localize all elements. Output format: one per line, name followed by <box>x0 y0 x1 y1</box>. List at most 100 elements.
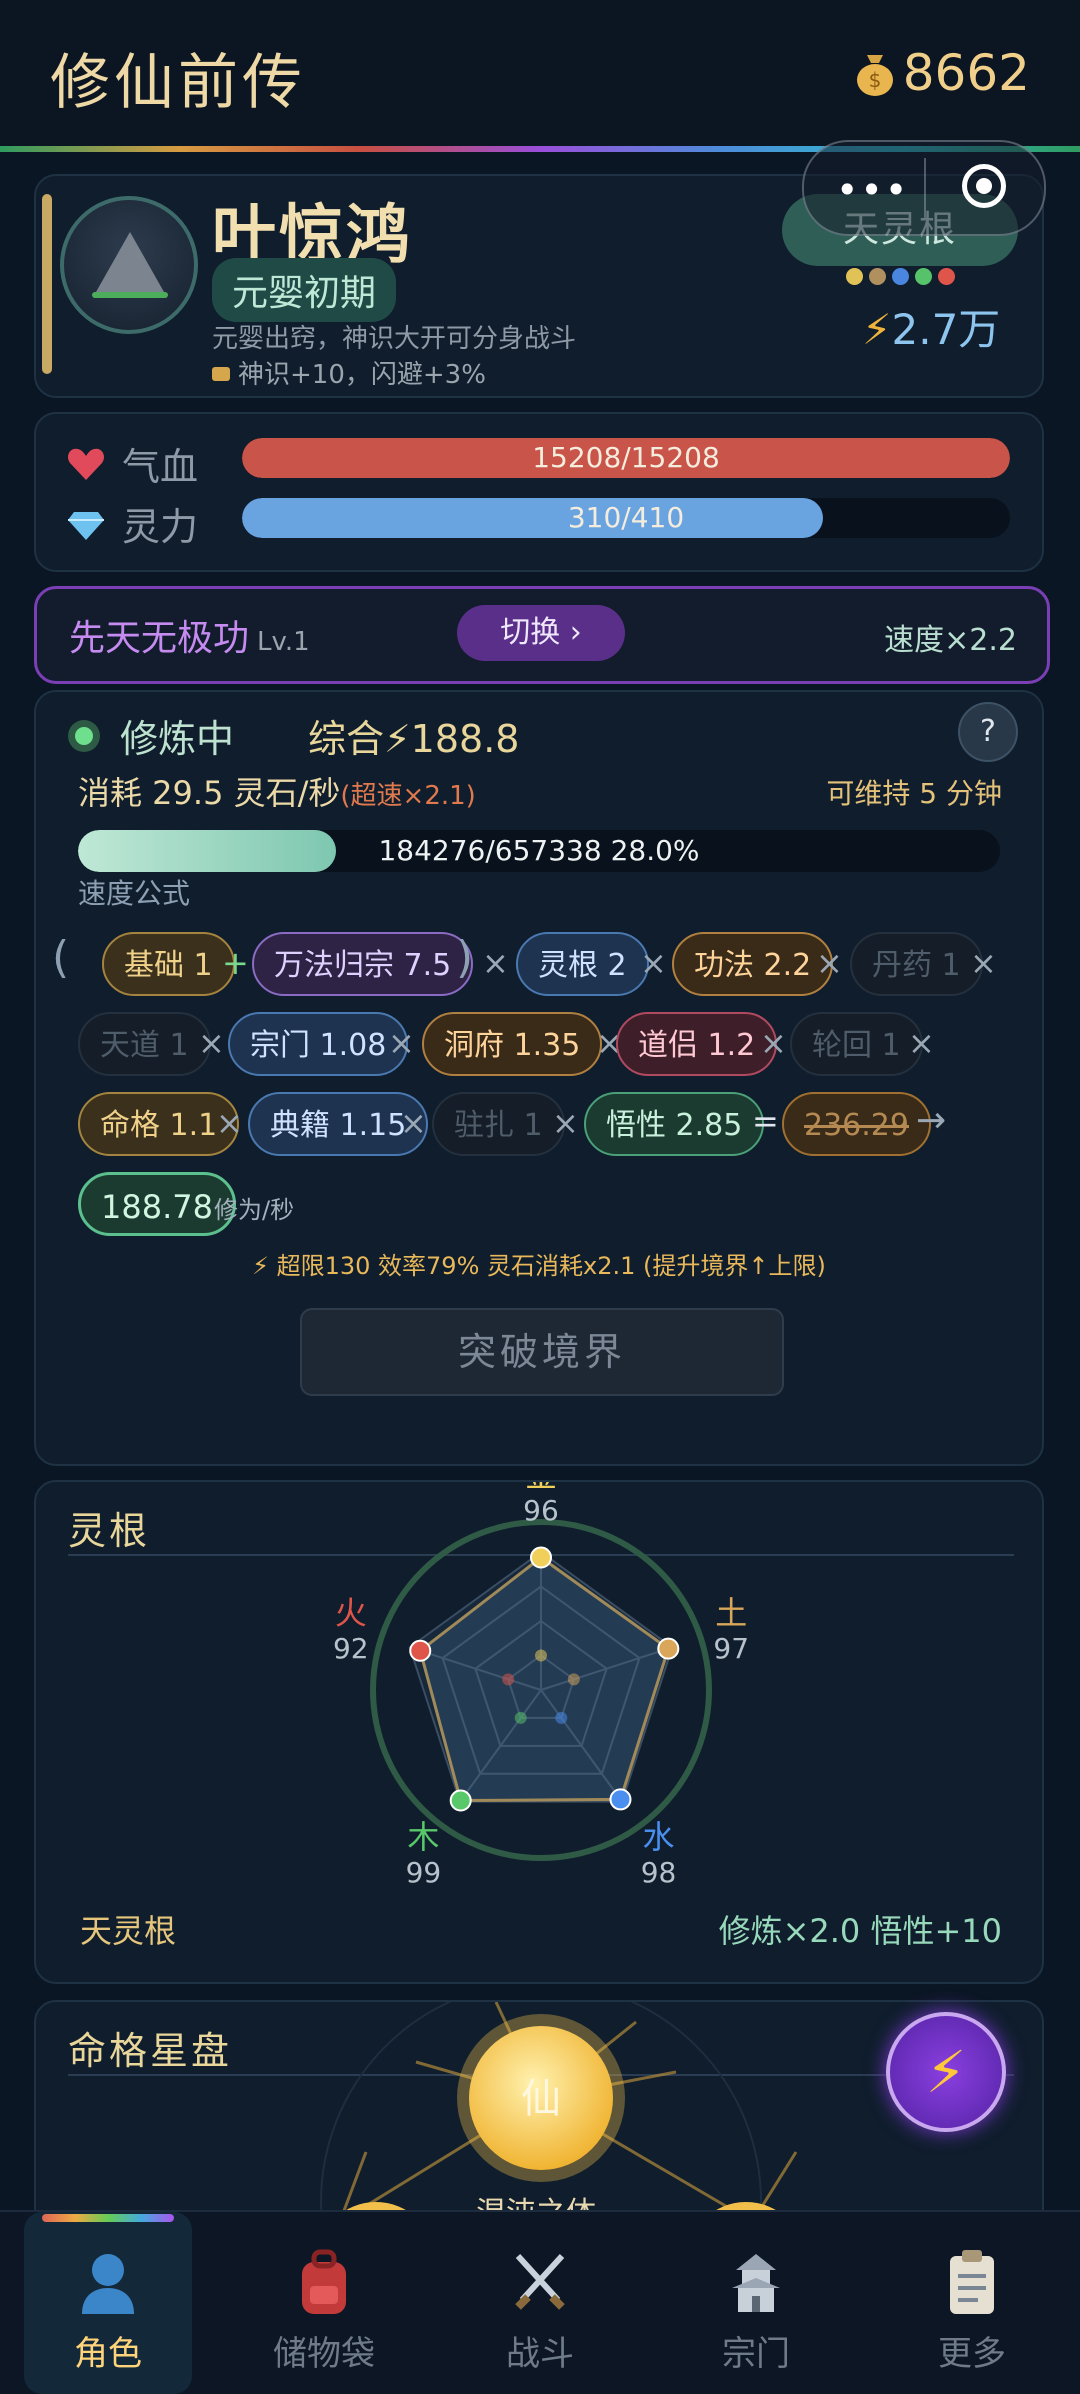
cultivation-progress-bar: 184276/657338 28.0% <box>78 830 1000 872</box>
grass-icon <box>92 292 168 298</box>
diamond-icon <box>68 511 104 540</box>
money-bag-icon: $ <box>856 55 893 96</box>
rate-unit: 修为/秒 <box>214 1196 295 1224</box>
radar-element-value: 99 <box>406 1856 442 1889</box>
radar-point <box>530 1546 552 1569</box>
radar-element-label: 土 <box>715 1594 747 1632</box>
formula-times: × <box>198 1024 225 1062</box>
mountain-icon <box>96 232 164 292</box>
overspeed-label: (超速×2.1) <box>340 781 476 811</box>
avatar[interactable] <box>60 196 198 334</box>
radar-element-label: 木 <box>407 1818 439 1856</box>
switch-method-button[interactable]: 切换 › <box>457 605 625 661</box>
chip-gongfa[interactable]: 功法 2.2 <box>672 932 834 996</box>
formula-times: × <box>816 944 843 982</box>
vitals-card: 气血 15208/15208 灵力 310/410 <box>34 412 1044 572</box>
backpack-icon <box>302 2249 346 2314</box>
cultivation-status: 修炼中 <box>120 717 235 761</box>
help-button[interactable]: ? <box>958 702 1018 762</box>
cultivation-progress-text: 184276/657338 28.0% <box>378 834 700 867</box>
realm-bonus: 神识+10，闪避+3% <box>212 354 486 391</box>
formula-times: × <box>970 944 997 982</box>
hp-value: 15208/15208 <box>532 441 720 474</box>
chip-danyao[interactable]: 丹药 1 <box>850 932 983 996</box>
pagoda-icon <box>732 2254 780 2312</box>
tab-sect[interactable]: 宗门 <box>648 2212 864 2394</box>
tab-more[interactable]: 更多 <box>864 2212 1080 2394</box>
tab-character[interactable]: 角色 <box>24 2212 192 2394</box>
chip-raw-total: 236.29 <box>782 1092 931 1156</box>
formula-times: × <box>760 1024 787 1062</box>
element-dot <box>869 268 886 285</box>
breakthrough-button[interactable]: 突破境界 <box>300 1308 784 1396</box>
coin-balance[interactable]: $ 8662 <box>853 44 1030 102</box>
lightning-icon: ⚡ <box>862 305 892 354</box>
chip-zhuzha[interactable]: 驻扎 1 <box>432 1092 565 1156</box>
bottom-tab-bar: 角色 储物袋 战斗 宗门 更多 <box>0 2210 1080 2394</box>
close-target-icon[interactable] <box>962 164 1006 208</box>
cultivation-card: 修炼中 综合⚡188.8 ? 消耗 29.5 灵石/秒(超速×2.1) 可维持 … <box>34 690 1044 1466</box>
formula-label: 速度公式 <box>78 877 191 910</box>
crossed-swords-icon <box>515 2253 565 2310</box>
formula-arrow-icon: → <box>916 1100 947 1141</box>
tab-battle[interactable]: 战斗 <box>432 2212 648 2394</box>
svg-text:$: $ <box>868 68 881 92</box>
spirit-root-radar: 金96 土97 水98 木99 火92 <box>333 1482 749 1889</box>
method-name: 先天无极功 Lv.1 <box>69 609 310 661</box>
cultivation-method-card[interactable]: 先天无极功 Lv.1 切换 › 速度×2.2 <box>34 586 1050 684</box>
chip-wuxing[interactable]: 悟性 2.85 <box>584 1092 765 1156</box>
star-chart-action-button[interactable]: ⚡ <box>886 2012 1006 2132</box>
tab-storage[interactable]: 储物袋 <box>216 2212 432 2394</box>
active-tab-indicator <box>42 2214 174 2222</box>
chip-zongmen[interactable]: 宗门 1.08 <box>228 1012 409 1076</box>
heart-icon <box>67 448 105 480</box>
chip-root[interactable]: 灵根 2 <box>516 932 649 996</box>
combat-power-value: 2.7万 <box>891 305 1001 354</box>
radar-point <box>449 1789 472 1812</box>
coin-count: 8662 <box>902 44 1030 102</box>
chip-wanfa[interactable]: 万法归宗 7.5 <box>252 932 474 996</box>
mp-row: 灵力 <box>66 496 232 551</box>
lightning-icon: ⚡ <box>925 2038 967 2106</box>
chip-base[interactable]: 基础 1 <box>102 932 235 996</box>
realm-bonus-text: 神识+10，闪避+3% <box>238 360 486 390</box>
radar-element-value: 98 <box>641 1856 677 1889</box>
formula-times: × <box>216 1104 243 1142</box>
stone-consumption: 消耗 29.5 灵石/秒(超速×2.1) <box>78 768 476 814</box>
chip-dongfu[interactable]: 洞府 1.35 <box>422 1012 603 1076</box>
formula-times: × <box>908 1024 935 1062</box>
tab-label: 更多 <box>938 2334 1006 2374</box>
radar-point <box>657 1637 680 1660</box>
radar-inner-dot <box>502 1673 515 1686</box>
formula-close-paren: ) <box>456 932 474 983</box>
mp-bar: 310/410 <box>242 498 1010 538</box>
chip-result: 188.78 <box>78 1172 236 1236</box>
radar-inner-dot <box>567 1673 580 1686</box>
radar-element-value: 92 <box>333 1632 369 1665</box>
chip-daolv[interactable]: 道侣 1.2 <box>616 1012 778 1076</box>
hp-label: 气血 <box>122 445 199 489</box>
radar-inner-dot <box>514 1711 527 1724</box>
tab-label: 角色 <box>74 2334 142 2374</box>
profile-accent-bar <box>42 194 52 374</box>
tab-label: 战斗 <box>506 2334 574 2374</box>
radar-element-label: 火 <box>335 1594 367 1632</box>
person-icon <box>82 2254 134 2314</box>
chip-tiandao[interactable]: 天道 1 <box>78 1012 211 1076</box>
realm-badge: 元婴初期 <box>212 258 397 322</box>
radar-inner-dot <box>535 1649 547 1662</box>
capsule-divider <box>924 158 926 218</box>
more-options-icon[interactable]: ••• <box>836 168 909 212</box>
radar-element-label: 金 <box>525 1482 557 1494</box>
clipboard-icon <box>950 2250 994 2314</box>
radar-point <box>609 1788 632 1811</box>
element-dots <box>846 268 955 285</box>
hp-row: 气血 <box>66 436 232 491</box>
formula-times: × <box>552 1104 579 1142</box>
realm-description: 元婴出窍，神识大开可分身战斗 <box>212 324 577 354</box>
element-dot <box>915 268 932 285</box>
chip-lunhui[interactable]: 轮回 1 <box>790 1012 923 1076</box>
formula-times: × <box>400 1104 427 1142</box>
stone-consumption-text: 消耗 29.5 灵石/秒 <box>78 774 341 812</box>
formula-plus: + <box>222 944 249 982</box>
